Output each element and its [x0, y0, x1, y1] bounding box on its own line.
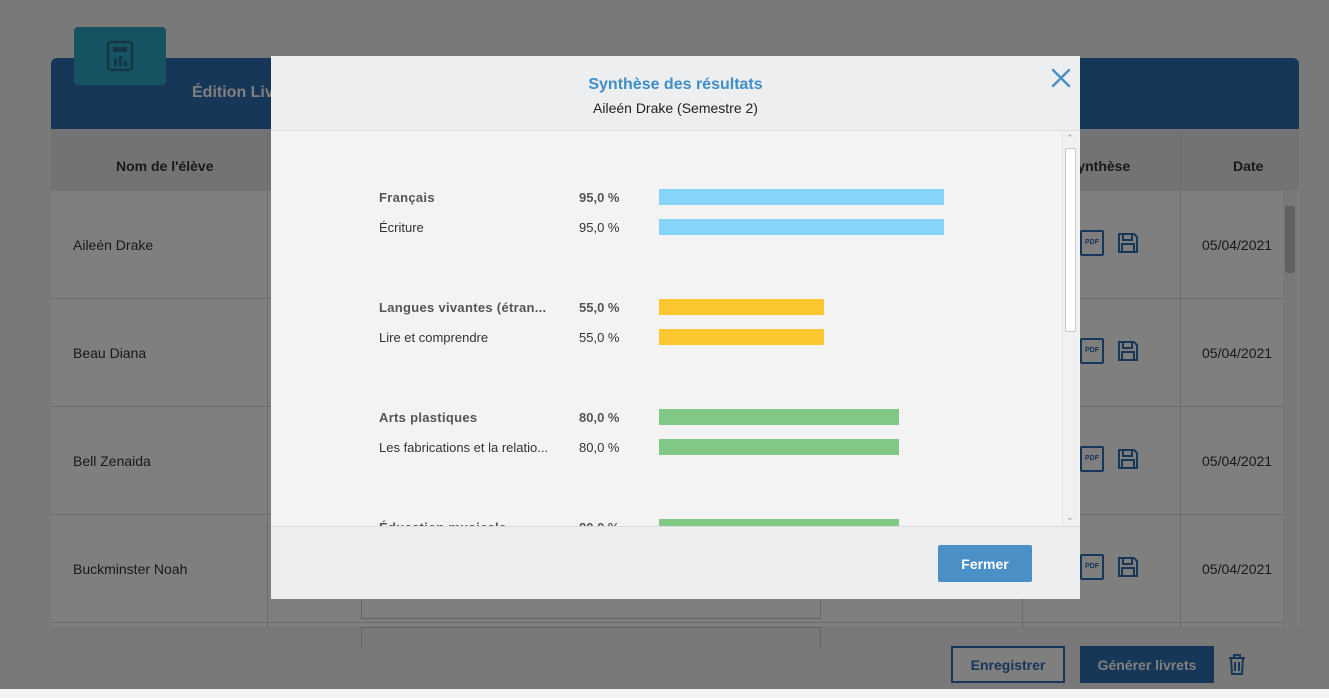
result-bar — [659, 219, 944, 235]
modal-header: Synthèse des résultats Aileén Drake (Sem… — [271, 56, 1080, 131]
modal-title: Synthèse des résultats — [588, 76, 763, 93]
scroll-up-icon[interactable]: ⌃ — [1066, 133, 1074, 144]
result-bar — [659, 299, 824, 315]
result-bar — [659, 439, 899, 455]
close-icon[interactable] — [1049, 66, 1073, 90]
result-domain-row: Langues vivantes (étran... 55,0 % — [379, 299, 979, 318]
result-label: Lire et comprendre — [379, 330, 489, 345]
result-bar — [659, 189, 944, 205]
result-percent: 95,0 % — [579, 190, 620, 205]
result-percent: 80,0 % — [579, 410, 620, 425]
result-domain-row: Arts plastiques 80,0 % — [379, 409, 979, 428]
result-label: Arts plastiques — [379, 410, 478, 425]
results-list: Français 95,0 % Écriture 95,0 % Langues viva… — [271, 131, 1062, 526]
result-percent: 55,0 % — [579, 330, 620, 345]
result-bar — [659, 519, 899, 526]
close-button[interactable]: Fermer — [938, 545, 1032, 582]
result-percent: 55,0 % — [579, 300, 620, 315]
result-percent: 80,0 % — [579, 440, 620, 455]
result-subdomain-row: Écriture 95,0 % — [379, 219, 979, 238]
result-label: Écriture — [379, 220, 424, 235]
result-label: Les fabrications et la relatio... — [379, 440, 549, 455]
scroll-down-icon[interactable]: ⌄ — [1066, 512, 1074, 523]
result-subdomain-row: Lire et comprendre 55,0 % — [379, 329, 979, 348]
modal-scrollbar-thumb[interactable] — [1065, 148, 1076, 332]
result-label: Français — [379, 190, 435, 205]
result-percent: 95,0 % — [579, 220, 620, 235]
modal-subtitle: Aileén Drake (Semestre 2) — [593, 100, 758, 116]
result-subdomain-row: Les fabrications et la relatio... 80,0 % — [379, 439, 979, 458]
result-domain-row: Français 95,0 % — [379, 189, 979, 208]
result-label: Langues vivantes (étran... — [379, 300, 547, 315]
result-bar — [659, 409, 899, 425]
results-summary-modal: Synthèse des résultats Aileén Drake (Sem… — [271, 56, 1080, 599]
result-bar — [659, 329, 824, 345]
